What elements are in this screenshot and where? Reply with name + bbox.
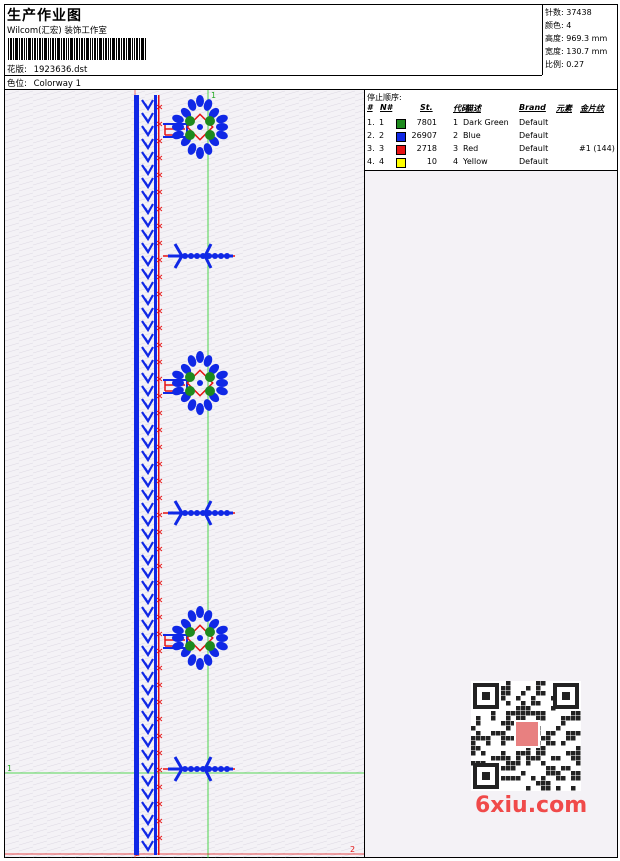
color-swatch [396,119,406,129]
table-row: 4. 4 10 4 Yellow Default [365,157,617,170]
stop-sequence-table: 停止顺序: # N# St. 代码 描述 Brand 元素 金片纹 1. 1 7… [365,90,617,171]
studio-name: Wilcom(汇宏) 装饰工作室 [7,26,107,36]
row-brand: Default [519,157,549,166]
stat-height: 高度: 969.3 mm [545,34,608,43]
col-sequin: 金片纹 [580,104,604,113]
col-description: 描述 [465,104,481,113]
stats-panel: 针数: 37438 颜色: 4 高度: 969.3 mm 宽度: 130.7 m… [542,5,617,75]
stat-scale: 比例: 0.27 [545,60,585,69]
embroidery-canvas: 1 1 2 2 [5,90,364,858]
marker-1-left: 1 [7,764,12,773]
row-stitches: 26907 [411,131,437,140]
qr-code [471,681,581,791]
table-row: 3. 3 2718 3 Red Default #1 (144) [365,144,617,157]
col-n: N# [380,103,393,112]
page-title: 生产作业图 [7,8,82,24]
watermark-logo: 6xiu.com [475,793,588,818]
row-description: Blue [463,131,481,140]
marker-1-top: 1 [211,91,216,100]
table-row: 1. 1 7801 1 Dark Green Default [365,118,617,131]
production-sheet: 生产作业图 Wilcom(汇宏) 装饰工作室 花版: 1923636.dst 色… [4,4,618,858]
row-index: 4. [367,157,375,166]
row-description: Red [463,144,479,153]
design-preview: 1 1 2 2 [5,90,365,858]
stop-sequence-label: 停止顺序: [367,93,402,102]
row-index: 3. [367,144,375,153]
row-stitches: 10 [426,157,437,166]
header-left: 生产作业图 Wilcom(汇宏) 装饰工作室 花版: 1923636.dst 色… [5,5,542,89]
row-n: 1 [379,118,385,127]
colorway: 色位: Colorway 1 [7,77,81,89]
design-value: 1923636.dst [33,65,88,75]
col-stitches: St. [420,103,433,112]
table-row: 2. 2 26907 2 Blue Default [365,131,617,144]
row-description: Yellow [463,157,488,166]
row-brand: Default [519,144,549,153]
row-code: 1 [453,118,459,127]
row-n: 3 [379,144,385,153]
row-code: 3 [453,144,459,153]
marker-2-right: 2 [350,845,355,854]
color-swatch [396,158,406,168]
row-stitches: 2718 [416,144,437,153]
row-extra: #1 (144) [579,144,615,153]
stat-width: 宽度: 130.7 mm [545,47,608,56]
colorway-label: 色位: [7,79,27,89]
border-band-blue-right [154,95,157,855]
col-index: # [367,103,373,112]
design-label: 花版: [7,65,27,75]
row-index: 2. [367,131,375,140]
header: 生产作业图 Wilcom(汇宏) 装饰工作室 花版: 1923636.dst 色… [5,5,617,90]
design-file: 花版: 1923636.dst [7,63,87,75]
row-code: 2 [453,131,459,140]
color-swatch [396,145,406,155]
row-stitches: 7801 [416,118,437,127]
row-brand: Default [519,118,549,127]
row-index: 1. [367,118,375,127]
row-brand: Default [519,131,549,140]
row-description: Dark Green [463,118,509,127]
row-n: 2 [379,131,385,140]
col-element: 元素 [556,104,572,113]
row-code: 4 [453,157,459,166]
stat-stitches: 针数: 37438 [545,8,592,17]
border-band-blue [134,95,139,855]
stat-colors: 颜色: 4 [545,21,572,30]
seal-stamp [514,720,540,748]
color-swatch [396,132,406,142]
divider [5,75,542,76]
barcode [8,38,146,60]
col-brand: Brand [519,103,546,112]
row-n: 4 [379,157,385,166]
colorway-value: Colorway 1 [33,79,82,89]
